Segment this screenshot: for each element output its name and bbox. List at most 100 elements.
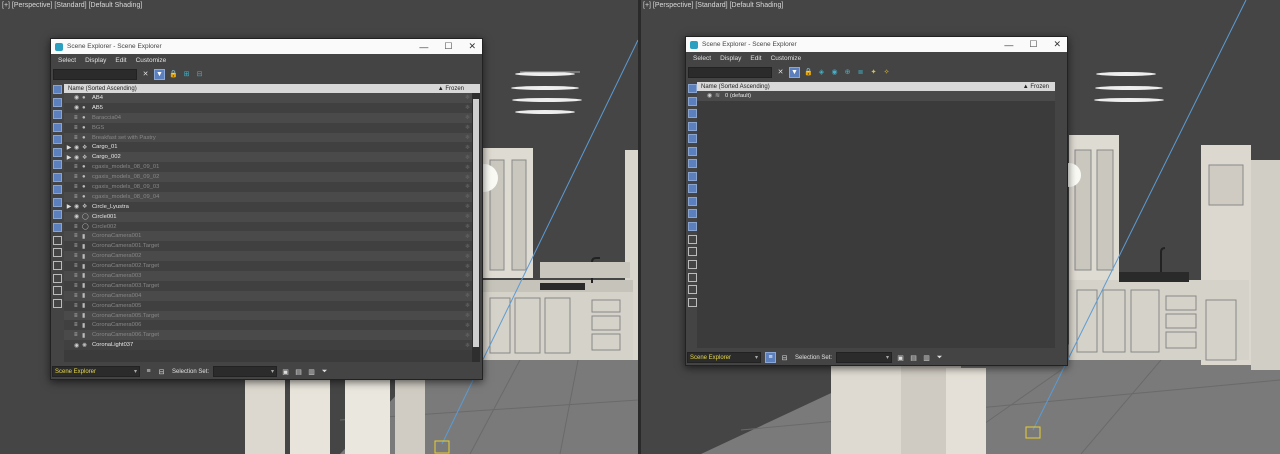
maximize-icon[interactable]: ☐: [1029, 39, 1037, 50]
freeze-toggle-icon[interactable]: ❄: [465, 164, 470, 171]
freeze-toggle-icon[interactable]: ❄: [465, 272, 470, 279]
hidden-icon[interactable]: ≡: [74, 125, 82, 131]
layer-hierarchy-icon[interactable]: ⊟: [195, 70, 204, 79]
freeze-toggle-icon[interactable]: ❄: [465, 282, 470, 289]
freeze-toggle-icon[interactable]: ❄: [465, 243, 470, 250]
bones-filter-icon[interactable]: [53, 185, 62, 194]
lock-icon[interactable]: 🔒: [169, 70, 178, 79]
hidden-filter-icon[interactable]: [688, 221, 697, 231]
eye-icon[interactable]: ◉: [707, 92, 715, 99]
spacewarps-filter-icon[interactable]: [53, 147, 62, 157]
filter-icon[interactable]: ▼: [154, 68, 165, 80]
cameras-filter-icon[interactable]: [688, 121, 697, 131]
menu-edit[interactable]: Edit: [115, 57, 126, 64]
eye-icon[interactable]: ◉: [74, 144, 82, 151]
hierarchy-icon[interactable]: ⊞: [182, 70, 191, 79]
minimize-icon[interactable]: —: [1004, 40, 1013, 50]
table-row[interactable]: ≡ ● Breakfast set with Pastry ❄: [64, 132, 480, 143]
bones-filter-icon[interactable]: [688, 184, 697, 193]
eye-icon[interactable]: ◉: [74, 154, 82, 161]
hidden-icon[interactable]: ≡: [74, 273, 82, 279]
display-filter-icon[interactable]: [688, 285, 697, 294]
table-row[interactable]: ▶ ◉ ❖ Cargo_01 ❄: [64, 142, 480, 153]
hidden-icon[interactable]: ≡: [74, 332, 82, 338]
containers-filter-icon[interactable]: [688, 196, 697, 206]
freeze-toggle-icon[interactable]: ❄: [465, 154, 470, 161]
explorer-mode-select[interactable]: Scene Explorer ▾: [687, 352, 761, 363]
layer-list[interactable]: Name (Sorted Ascending) ▲ Frozen ◉ ≋ 0 (de…: [697, 82, 1055, 348]
filter-icon[interactable]: ▼: [789, 66, 800, 78]
viewport-label-left[interactable]: [+] [Perspective] [Standard] [Default Sh…: [2, 2, 142, 9]
scene-object-list[interactable]: Name (Sorted Ascending) ▲ Frozen ◉ ● AB4 ❄ ◉…: [64, 84, 480, 362]
layer-icon[interactable]: ◈: [817, 68, 826, 77]
hidden-icon[interactable]: ≡: [74, 253, 82, 259]
lights-filter-icon[interactable]: [688, 109, 697, 118]
hidden-icon[interactable]: ≡: [74, 313, 82, 319]
freeze-toggle-icon[interactable]: ❄: [465, 174, 470, 181]
freeze-toggle-icon[interactable]: ❄: [465, 94, 470, 101]
helpers-filter-icon[interactable]: [53, 135, 62, 144]
freeze-toggle-icon[interactable]: ❄: [465, 332, 470, 339]
table-row[interactable]: ◉ ◯ Circle001 ❄: [64, 211, 480, 222]
xrefs-filter-icon[interactable]: [53, 172, 62, 182]
select-all-icon[interactable]: [53, 235, 62, 245]
table-row[interactable]: ◉ ● AB4 ❄: [64, 93, 480, 103]
hidden-filter-icon[interactable]: [53, 222, 62, 232]
eye-icon[interactable]: ◉: [74, 342, 82, 349]
hidden-icon[interactable]: ≡: [74, 233, 82, 239]
table-row[interactable]: ≡ ● BGS ❄: [64, 122, 480, 133]
hidden-icon[interactable]: ≡: [74, 293, 82, 299]
menu-display[interactable]: Display: [85, 57, 106, 64]
eye-icon[interactable]: ◉: [74, 213, 82, 220]
create-set-icon[interactable]: ▣: [896, 353, 905, 362]
table-row[interactable]: ≡ ▮ CoronaCamera005 ❄: [64, 300, 480, 311]
freeze-toggle-icon[interactable]: ❄: [465, 292, 470, 299]
display-folder-icon[interactable]: [688, 297, 697, 307]
select-invert-icon[interactable]: [688, 259, 697, 269]
eye-icon[interactable]: ◉: [74, 203, 82, 210]
menu-customize[interactable]: Customize: [136, 57, 167, 64]
table-row[interactable]: ≡ ◯ Circle002 ❄: [64, 221, 480, 232]
title-bar[interactable]: Scene Explorer - Scene Explorer — ☐ ✕: [51, 39, 482, 54]
hierarchy-mode-icon[interactable]: ⊟: [780, 353, 789, 362]
filter-funnel-icon[interactable]: ⏷: [935, 353, 944, 362]
table-row[interactable]: ≡ ▮ CoronaCamera004 ❄: [64, 290, 480, 301]
hidden-icon[interactable]: ≡: [74, 263, 82, 269]
selection-set-select[interactable]: ▾: [836, 352, 893, 363]
maximize-icon[interactable]: ☐: [444, 41, 452, 52]
frozen-column-header[interactable]: ▲ Frozen: [438, 86, 464, 92]
explorer-mode-select[interactable]: Scene Explorer ▾: [52, 366, 140, 377]
table-row[interactable]: ≡ ● cgaxis_models_08_09_01 ❄: [64, 162, 480, 173]
frozen-filter-icon[interactable]: [53, 210, 62, 219]
create-set-icon[interactable]: ▣: [281, 367, 290, 376]
table-row[interactable]: ≡ ▮ CoronaCamera003.Target ❄: [64, 280, 480, 291]
shapes-filter-icon[interactable]: [688, 96, 697, 106]
table-row[interactable]: ◉ ● AB5 ❄: [64, 102, 480, 113]
expand-arrow-icon[interactable]: ▶: [66, 154, 72, 161]
freeze-toggle-icon[interactable]: ❄: [465, 203, 470, 210]
xrefs-filter-icon[interactable]: [688, 171, 697, 181]
freeze-toggle-icon[interactable]: ❄: [465, 124, 470, 131]
scene-explorer-window-right[interactable]: Scene Explorer - Scene Explorer — ☐ ✕ Se…: [685, 36, 1068, 366]
table-row[interactable]: ≡ ▮ CoronaCamera006 ❄: [64, 320, 480, 331]
hidden-icon[interactable]: ≡: [74, 164, 82, 170]
table-row[interactable]: ≡ ▮ CoronaCamera002.Target ❄: [64, 261, 480, 272]
shapes-filter-icon[interactable]: [53, 97, 62, 107]
select-all-icon[interactable]: [688, 234, 697, 244]
minimize-icon[interactable]: —: [419, 42, 428, 52]
list-scrollbar[interactable]: [472, 93, 480, 362]
spacewarps-filter-icon[interactable]: [688, 146, 697, 156]
hidden-icon[interactable]: ≡: [74, 322, 82, 328]
search-input[interactable]: [688, 66, 772, 78]
freeze-toggle-icon[interactable]: ❄: [465, 114, 470, 121]
list-header[interactable]: Name (Sorted Ascending) ▲ Frozen: [697, 82, 1055, 91]
edit-set-icon[interactable]: ▤: [294, 367, 303, 376]
table-row[interactable]: ≡ ▮ CoronaCamera006.Target ❄: [64, 330, 480, 341]
display-filter-icon[interactable]: [53, 286, 62, 295]
highlight-selected-icon[interactable]: ✧: [882, 68, 891, 77]
freeze-toggle-icon[interactable]: ❄: [465, 253, 470, 260]
freeze-toggle-icon[interactable]: ❄: [465, 233, 470, 240]
hidden-icon[interactable]: ≡: [74, 135, 82, 141]
table-row[interactable]: ≡ ● cgaxis_models_08_09_02 ❄: [64, 172, 480, 183]
select-none-icon[interactable]: [53, 248, 62, 257]
